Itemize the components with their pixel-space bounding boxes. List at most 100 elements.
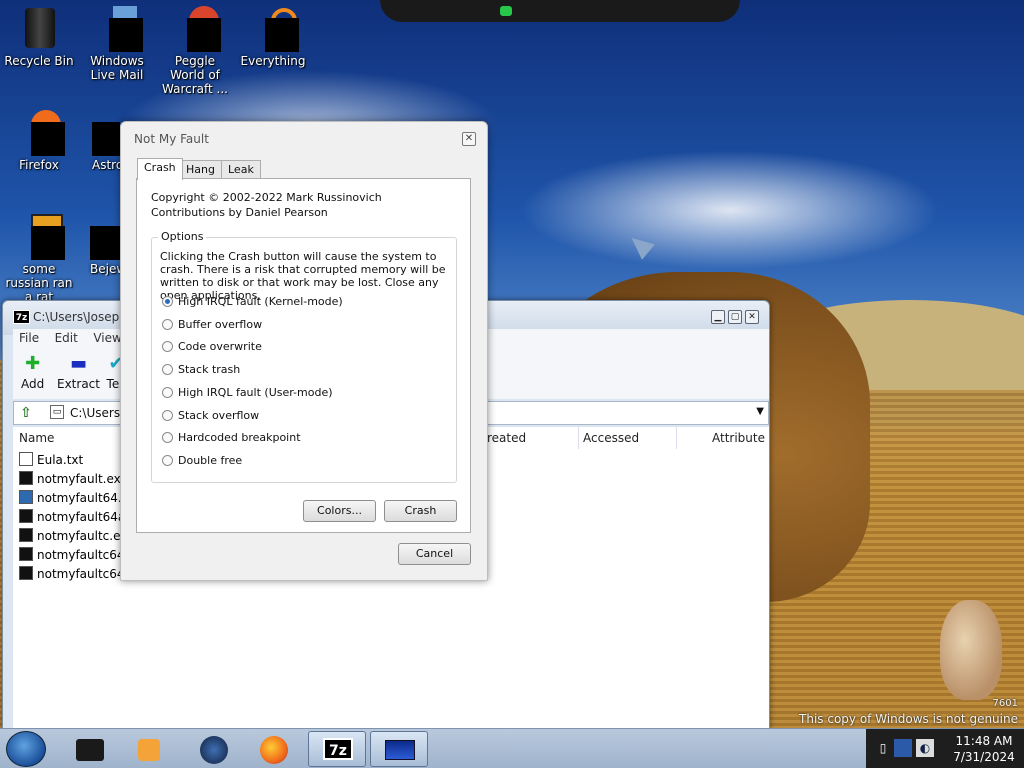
radio-selected-icon [162, 296, 173, 307]
contributions-text: Contributions by Daniel Pearson [151, 206, 328, 219]
desktop-icon-firefox[interactable]: Firefox [0, 110, 78, 172]
desktop-icon-label: Bejew Delu [90, 262, 120, 276]
extract-button[interactable]: ▬ Extract [57, 353, 100, 392]
column-accessed[interactable]: Accessed [579, 427, 677, 449]
exe-file-icon [19, 547, 33, 561]
add-button[interactable]: ✚ Add [21, 353, 45, 392]
text-file-icon [19, 452, 33, 466]
7zip-window-title: C:\Users\Joseph [33, 310, 127, 324]
astro-icon [92, 110, 120, 156]
taskbar: 7z ▯ ◐ 11:48 AM 7/31/2024 [0, 728, 1024, 768]
desktop-icon-label: Everything [240, 54, 306, 68]
start-button[interactable] [6, 731, 46, 767]
crash-button[interactable]: Crash [384, 500, 457, 522]
file-row[interactable]: notmyfault.exe [19, 470, 128, 488]
crash-tab-panel: Copyright © 2002-2022 Mark Russinovich C… [136, 178, 471, 533]
taskbar-item-media-player[interactable] [120, 731, 178, 767]
radio-icon [162, 341, 173, 352]
radio-icon [162, 387, 173, 398]
close-icon[interactable]: ✕ [462, 132, 476, 146]
network-icon[interactable] [894, 739, 912, 757]
cancel-button[interactable]: Cancel [398, 543, 471, 565]
plus-icon: ✚ [25, 353, 41, 374]
exe-file-icon [19, 566, 33, 580]
windows-live-mail-icon [95, 6, 143, 52]
tab-hang[interactable]: Hang [179, 160, 222, 179]
desktop-icon-document[interactable]: some russian ran a rat [0, 214, 78, 304]
file-name: notmyfault.exe [37, 472, 128, 486]
add-button-label: Add [21, 377, 45, 391]
dialog-title: Not My Fault [134, 132, 209, 146]
desktop-icon-label: Firefox [19, 158, 59, 172]
radio-high-irql-kernel[interactable]: High IRQL fault (Kernel-mode) [162, 294, 343, 310]
column-created[interactable]: reated [483, 427, 579, 449]
radio-icon [162, 319, 173, 330]
taskbar-item-app[interactable] [60, 731, 118, 767]
radio-hardcoded-breakpoint[interactable]: Hardcoded breakpoint [162, 430, 301, 446]
radio-label: Stack overflow [178, 409, 260, 422]
everything-search-icon [251, 6, 299, 52]
column-attributes[interactable]: Attribute [677, 427, 769, 449]
radio-icon [162, 410, 173, 421]
menu-edit[interactable]: Edit [55, 331, 78, 345]
exe-file-icon [19, 509, 33, 523]
menu-view[interactable]: View [93, 331, 121, 345]
firefox-icon [260, 736, 288, 764]
radio-buffer-overflow[interactable]: Buffer overflow [162, 317, 262, 333]
minus-icon: ▬ [69, 353, 87, 374]
notification-icon[interactable]: ▯ [874, 739, 892, 757]
radio-high-irql-user[interactable]: High IRQL fault (User-mode) [162, 385, 333, 401]
bejeweled-icon [90, 214, 120, 260]
menu-file[interactable]: File [19, 331, 39, 345]
folder-icon: ▭ [50, 405, 64, 419]
tab-leak[interactable]: Leak [221, 160, 261, 179]
colors-button[interactable]: Colors... [303, 500, 376, 522]
clock[interactable]: 11:48 AM 7/31/2024 [946, 733, 1022, 765]
column-name[interactable]: Name [13, 427, 123, 449]
radio-code-overwrite[interactable]: Code overwrite [162, 339, 262, 355]
radio-label: Double free [178, 454, 243, 467]
desktop-icon-astro[interactable]: Astro Delu [78, 110, 120, 172]
desktop-icon-recycle-bin[interactable]: Recycle Bin [0, 6, 78, 68]
taskbar-item-firefox[interactable] [244, 731, 302, 767]
radio-icon [162, 432, 173, 443]
radio-label: Stack trash [178, 363, 241, 376]
address-path: C:\Users\J [70, 406, 128, 420]
radio-label: Code overwrite [178, 340, 262, 353]
desktop-icon-label: Astro Delu [92, 158, 120, 172]
close-icon[interactable]: ✕ [745, 310, 759, 324]
address-dropdown-icon[interactable]: ▼ [756, 406, 764, 417]
desktop-icon-bejeweled[interactable]: Bejew Delu [78, 214, 120, 276]
tab-crash[interactable]: Crash [137, 158, 183, 180]
extract-button-label: Extract [57, 377, 100, 391]
radio-icon [162, 364, 173, 375]
file-row[interactable]: notmyfaultc64a. [19, 565, 136, 583]
radio-stack-trash[interactable]: Stack trash [162, 362, 240, 378]
taskbar-item-globe[interactable] [184, 731, 242, 767]
desktop-icon-peggle[interactable]: Peggle World of Warcraft ... [156, 6, 234, 96]
system-tray: ▯ ◐ 11:48 AM 7/31/2024 [866, 729, 1024, 768]
radio-label: Buffer overflow [178, 318, 263, 331]
file-row[interactable]: notmyfaultc64.e [19, 546, 136, 564]
peggle-icon [173, 6, 221, 52]
minimize-icon[interactable]: ▁ [711, 310, 725, 324]
desktop-icon-windows-live-mail[interactable]: Windows Live Mail [78, 6, 156, 82]
file-row[interactable]: notmyfaultc.exe [19, 527, 134, 545]
file-name: Eula.txt [37, 453, 84, 467]
file-row[interactable]: notmyfault64.ex [19, 489, 136, 507]
action-center-icon[interactable]: ◐ [916, 739, 934, 757]
maximize-icon[interactable]: ▢ [728, 310, 742, 324]
exe-file-icon [19, 471, 33, 485]
wallpaper-topbar [380, 0, 740, 22]
radio-stack-overflow[interactable]: Stack overflow [162, 408, 259, 424]
desktop-icon-everything[interactable]: Everything [234, 6, 312, 68]
taskbar-item-7zip[interactable]: 7z [308, 731, 366, 767]
globe-icon [200, 736, 228, 764]
file-row[interactable]: notmyfault64a.e [19, 508, 137, 526]
file-row[interactable]: Eula.txt [19, 451, 83, 469]
radio-double-free[interactable]: Double free [162, 453, 242, 469]
clock-time: 11:48 AM [955, 734, 1013, 748]
taskbar-item-not-my-fault[interactable] [370, 731, 428, 767]
not-my-fault-dialog[interactable]: Not My Fault ✕ Crash Hang Leak Copyright… [120, 121, 488, 581]
up-folder-icon[interactable]: ⇧ [18, 405, 34, 421]
